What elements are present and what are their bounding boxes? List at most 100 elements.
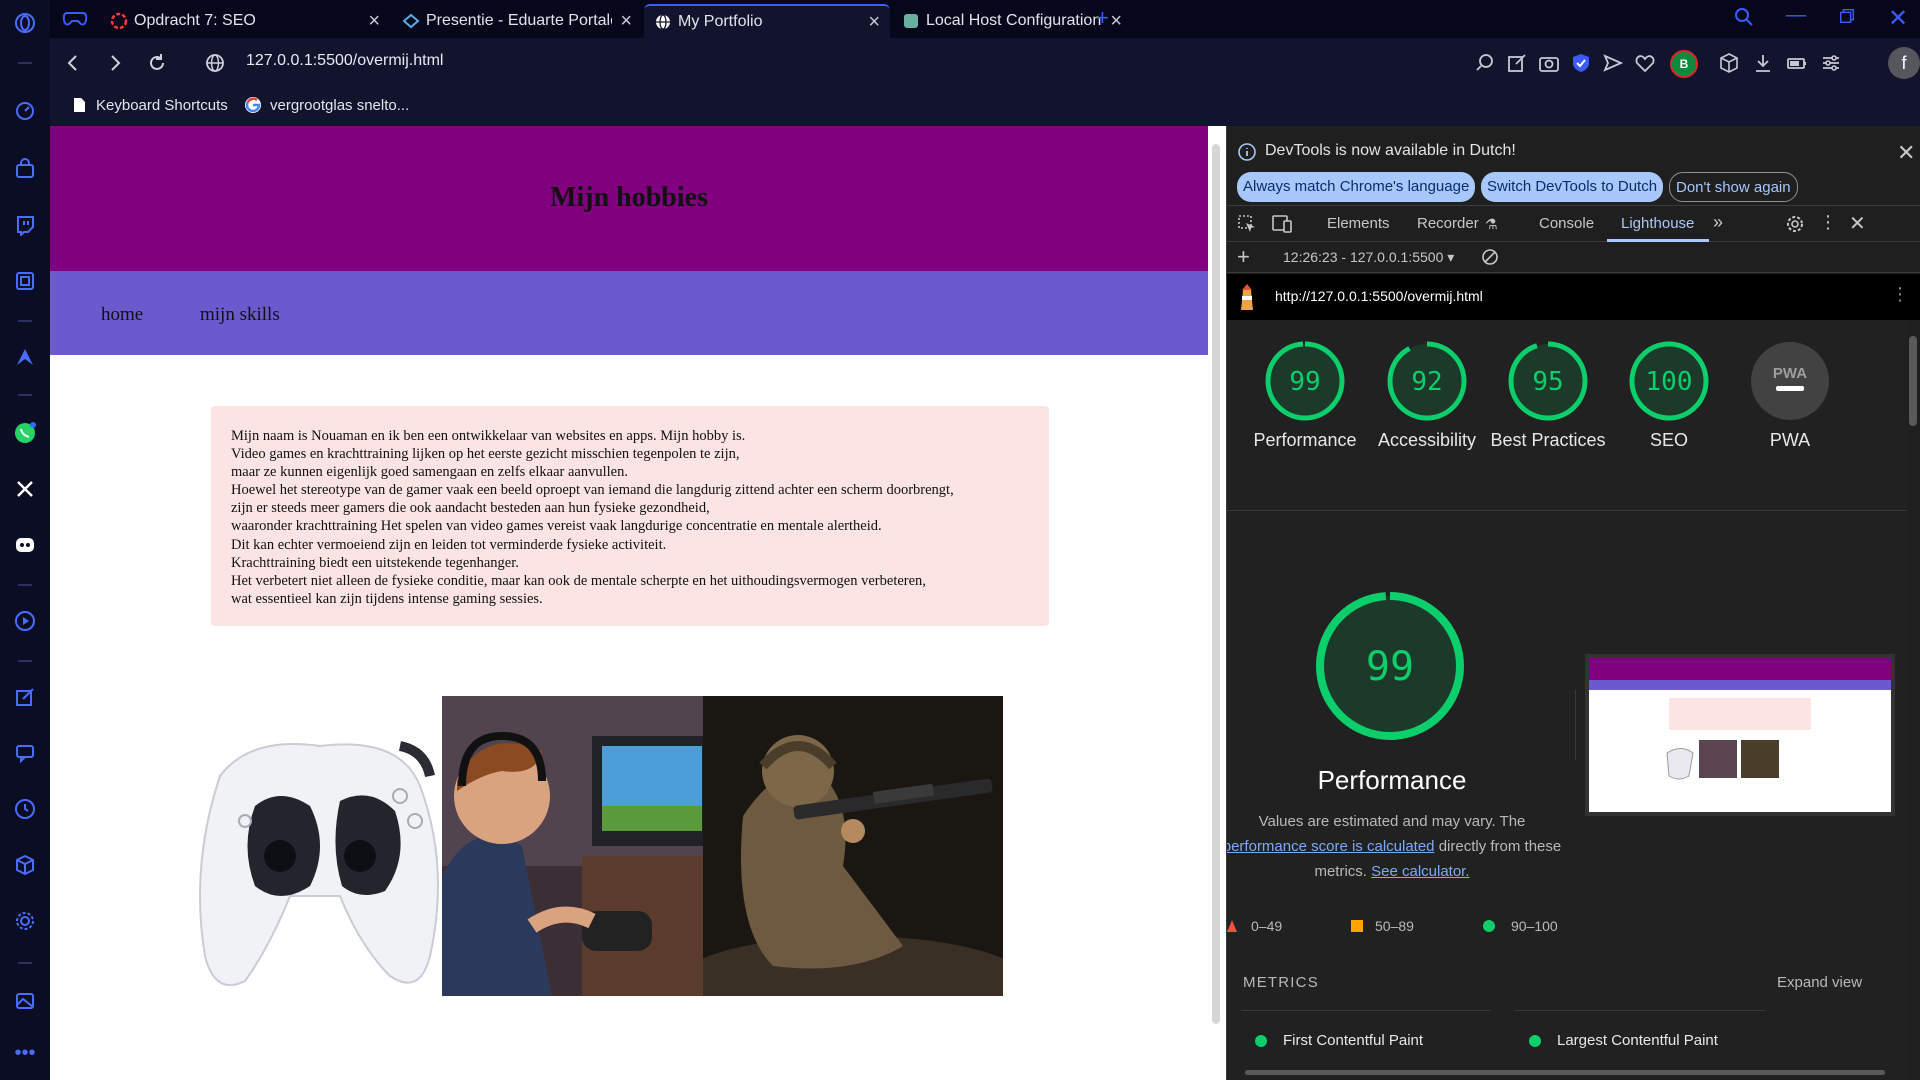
- score-value: 100: [1646, 367, 1693, 397]
- extensions-cube-icon[interactable]: [14, 854, 36, 876]
- see-calculator-link[interactable]: See calculator.: [1371, 863, 1469, 880]
- extensions-cube-icon[interactable]: [1718, 52, 1740, 74]
- score-gauge-performance[interactable]: 99 Performance: [1245, 340, 1365, 453]
- tab-title: Opdracht 7: SEO: [134, 12, 256, 29]
- url-field[interactable]: 127.0.0.1:5500/overmij.html: [246, 52, 443, 70]
- messages-icon[interactable]: [14, 742, 36, 764]
- bookmark-keyboard-shortcuts[interactable]: Keyboard Shortcuts: [70, 96, 228, 114]
- tab-title: My Portfolio: [678, 13, 763, 30]
- twitch-icon[interactable]: [14, 214, 36, 236]
- page-title: Mijn hobbies: [550, 182, 708, 213]
- bookmarks-bar: Keyboard Shortcuts vergrootglas snelto..…: [50, 88, 1920, 126]
- profile-avatar[interactable]: f: [1888, 47, 1920, 79]
- whatsapp-icon[interactable]: [14, 422, 36, 444]
- kebab-menu-icon[interactable]: ⋮: [1819, 212, 1837, 233]
- dont-show-again-button[interactable]: Don't show again: [1669, 172, 1798, 202]
- tab-elements[interactable]: Elements: [1327, 215, 1390, 232]
- tab-presentie[interactable]: Presentie - Eduarte Portalen ×: [392, 4, 642, 38]
- battery-saver-icon[interactable]: [1786, 52, 1808, 74]
- nav-link-home[interactable]: home: [101, 304, 143, 326]
- clear-reports-icon[interactable]: [1481, 248, 1499, 266]
- page-screenshot-thumbnail[interactable]: [1585, 654, 1895, 816]
- search-tabs-icon[interactable]: [1734, 7, 1754, 27]
- sidebar-divider: [18, 320, 32, 322]
- nav-link-mijn-skills[interactable]: mijn skills: [200, 304, 280, 326]
- lens-search-icon[interactable]: [1474, 52, 1496, 74]
- close-tab-icon[interactable]: ×: [868, 12, 880, 32]
- download-icon[interactable]: [1752, 52, 1774, 74]
- site-info-globe-icon[interactable]: [202, 50, 228, 76]
- new-report-icon[interactable]: +: [1237, 244, 1250, 270]
- bookmark-label: Keyboard Shortcuts: [96, 96, 228, 114]
- settings-gear-icon[interactable]: [1785, 214, 1805, 234]
- pinboard-icon[interactable]: [14, 686, 36, 708]
- report-horizontal-scrollbar[interactable]: [1245, 1070, 1885, 1075]
- gallery-icon[interactable]: [14, 990, 36, 1012]
- metric-fcp: First Contentful Paint: [1255, 1032, 1423, 1049]
- tab-lighthouse[interactable]: Lighthouse: [1621, 215, 1694, 232]
- report-menu-icon[interactable]: ⋮: [1891, 284, 1909, 305]
- close-infobar-icon[interactable]: ✕: [1897, 140, 1915, 166]
- history-icon[interactable]: [14, 798, 36, 820]
- speed-dial-icon[interactable]: [14, 100, 36, 122]
- config-favicon-icon: [902, 12, 920, 30]
- score-ring: 100: [1629, 341, 1709, 421]
- score-label: PWA: [1769, 430, 1811, 450]
- device-toolbar-icon[interactable]: [1271, 214, 1293, 234]
- page-scrollbar[interactable]: [1212, 144, 1220, 1024]
- expand-view-toggle[interactable]: Expand view: [1777, 974, 1862, 991]
- close-tab-icon[interactable]: ×: [1110, 11, 1122, 31]
- desc-text: Values are estimated and may vary. The: [1258, 813, 1526, 830]
- tab-opdracht-seo[interactable]: Opdracht 7: SEO ×: [100, 4, 390, 38]
- back-icon[interactable]: [60, 50, 86, 76]
- minimize-button[interactable]: —: [1786, 4, 1806, 27]
- report-selector[interactable]: 12:26:23 - 127.0.0.1:5500 ▾: [1283, 249, 1454, 266]
- aria-icon[interactable]: [14, 346, 36, 368]
- score-calculated-link[interactable]: performance score is calculated: [1227, 838, 1435, 855]
- tab-recorder[interactable]: Recorder: [1417, 215, 1479, 232]
- extension-badge[interactable]: B: [1670, 50, 1698, 78]
- report-url[interactable]: http://127.0.0.1:5500/overmij.html: [1275, 288, 1483, 304]
- main-score-value: 99: [1366, 644, 1414, 690]
- close-window-button[interactable]: ✕: [1888, 4, 1908, 33]
- about-line: Dit kan echter vermoeiend zijn en leiden…: [231, 536, 667, 553]
- about-line: Video games en krachttraining lijken op …: [231, 446, 740, 463]
- bookmark-vergrootglas[interactable]: vergrootglas snelto...: [244, 96, 409, 114]
- camera-icon[interactable]: [1538, 52, 1560, 74]
- more-tabs-icon[interactable]: »: [1713, 212, 1723, 233]
- more-dots-icon[interactable]: •••: [14, 1043, 36, 1068]
- score-gauge-accessibility[interactable]: 92 Accessibility: [1367, 340, 1487, 453]
- settings-gear-icon[interactable]: [14, 910, 36, 932]
- send-icon[interactable]: [1602, 52, 1624, 74]
- switch-dutch-button[interactable]: Switch DevTools to Dutch: [1481, 172, 1664, 202]
- close-devtools-icon[interactable]: ✕: [1849, 211, 1866, 236]
- adblock-shield-icon[interactable]: [1570, 52, 1592, 74]
- reload-icon[interactable]: [144, 50, 170, 76]
- restore-button[interactable]: [1838, 7, 1856, 25]
- easy-setup-icon[interactable]: [1820, 52, 1842, 74]
- edit-icon[interactable]: [1506, 52, 1528, 74]
- inspect-element-icon[interactable]: [1237, 214, 1257, 234]
- match-language-button[interactable]: Always match Chrome's language: [1237, 172, 1476, 202]
- opera-logo-icon[interactable]: [14, 12, 36, 34]
- x-twitter-icon[interactable]: [14, 478, 36, 500]
- report-scrollbar[interactable]: [1909, 336, 1917, 426]
- tab-my-portfolio[interactable]: My Portfolio ×: [644, 4, 890, 38]
- tab-console[interactable]: Console: [1539, 215, 1594, 232]
- app-sidebar: •••: [0, 0, 50, 1080]
- player-icon[interactable]: [14, 610, 36, 632]
- new-tab-button[interactable]: +: [1096, 5, 1109, 31]
- gamepad-tab-icon[interactable]: [62, 8, 88, 30]
- close-tab-icon[interactable]: ×: [368, 11, 380, 31]
- about-line: zijn er steeds meer gamers die ook aanda…: [231, 500, 710, 517]
- score-gauge-pwa[interactable]: PWA PWA: [1730, 340, 1850, 453]
- pass-circle-icon: [1483, 920, 1495, 932]
- score-gauge-best-practices[interactable]: 95 Best Practices: [1488, 340, 1608, 453]
- score-gauge-seo[interactable]: 100 SEO: [1609, 340, 1729, 453]
- cube-grid-icon[interactable]: [14, 270, 36, 292]
- close-tab-icon[interactable]: ×: [620, 11, 632, 31]
- forward-icon[interactable]: [102, 50, 128, 76]
- heart-icon[interactable]: [1634, 52, 1656, 74]
- shopping-icon[interactable]: [14, 158, 36, 180]
- discord-icon[interactable]: [14, 534, 36, 556]
